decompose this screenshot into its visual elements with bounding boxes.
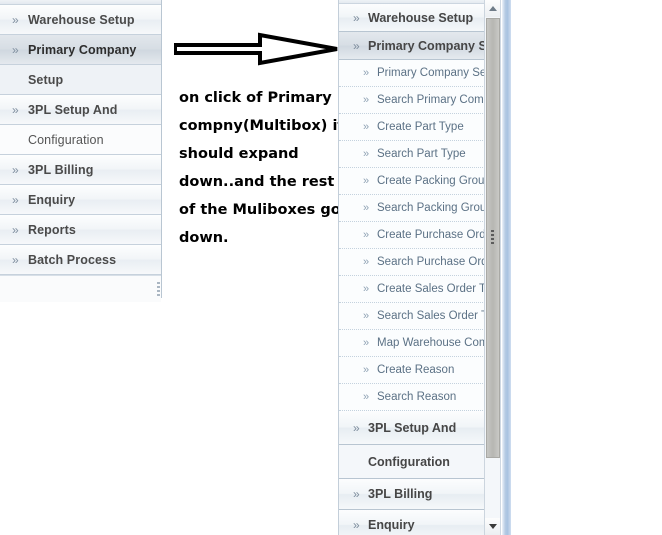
chevron-right-icon: »: [363, 391, 370, 403]
left-menu-item-primary-company-setup-cont[interactable]: Setup: [0, 65, 161, 95]
right-menu-item-primary-company-setup-header[interactable]: » Primary Company Set: [339, 32, 499, 60]
right-submenu-item-label: Map Warehouse Company: [377, 337, 499, 349]
left-menu-item-label: Batch Process: [28, 253, 117, 267]
right-menu-item-label: Enquiry: [368, 518, 415, 532]
right-submenu-item-create-sales-order-type[interactable]: » Create Sales Order Type: [339, 276, 499, 303]
left-menu-item-3pl-setup-and[interactable]: » 3PL Setup And: [0, 95, 161, 125]
right-menu-item-label: Configuration: [368, 455, 450, 469]
chevron-right-icon: »: [363, 175, 370, 187]
right-submenu-item-label: Create Purchase Order Type: [377, 229, 499, 241]
right-submenu-item-create-packing-group[interactable]: » Create Packing Group: [339, 168, 499, 195]
left-panel-resize-grip[interactable]: [157, 282, 161, 298]
left-menu-item-label: Enquiry: [28, 193, 76, 207]
left-menu-item-enquiry[interactable]: » Enquiry: [0, 185, 161, 215]
left-menu-item-reports[interactable]: » Reports: [0, 215, 161, 245]
scrollbar-thumb-grip: [491, 230, 494, 246]
chevron-right-icon: »: [363, 364, 370, 376]
right-submenu-item-label: Search Primary Company: [377, 94, 499, 106]
right-menu-item-label: 3PL Setup And: [368, 421, 457, 435]
annotation-area: on click of Primary compny(Multibox) it …: [168, 0, 344, 535]
right-submenu-item-label: Primary Company Setup: [377, 67, 499, 79]
left-menu-item-warehouse-setup[interactable]: » Warehouse Setup: [0, 5, 161, 35]
right-submenu-item-search-reason[interactable]: » Search Reason: [339, 384, 499, 411]
right-submenu-item-label: Create Part Type: [377, 121, 464, 133]
left-menu-item-label: Setup: [28, 73, 64, 87]
right-submenu-item-search-purchase-order-type[interactable]: » Search Purchase Order Type: [339, 249, 499, 276]
chevron-right-icon: »: [363, 202, 370, 214]
chevron-right-icon: »: [12, 43, 19, 57]
scroll-up-arrow-icon: [489, 6, 497, 11]
right-submenu-item-label: Search Packing Group: [377, 202, 493, 214]
chevron-right-icon: »: [353, 11, 360, 25]
right-submenu-item-search-sales-order-type[interactable]: » Search Sales Order Type: [339, 303, 499, 330]
chevron-right-icon: »: [12, 13, 19, 27]
right-menu-item-warehouse-setup[interactable]: » Warehouse Setup: [339, 4, 499, 32]
left-panel-footer: [0, 275, 161, 302]
accent-gradient-strip: [502, 0, 511, 535]
chevron-right-icon: »: [12, 103, 19, 117]
chevron-right-icon: »: [353, 421, 360, 435]
scroll-down-arrow-icon: [489, 524, 497, 529]
right-menu-item-3pl-setup-and[interactable]: » 3PL Setup And: [339, 411, 499, 445]
right-menu-item-label: 3PL Billing: [368, 487, 433, 501]
right-menu-item-label: Primary Company Set: [368, 39, 498, 53]
left-menu-item-primary-company[interactable]: » Primary Company: [0, 35, 161, 65]
chevron-right-icon: »: [12, 223, 19, 237]
left-menu-item-label: Reports: [28, 223, 76, 237]
left-menu-item-configuration-cont[interactable]: Configuration: [0, 125, 161, 155]
left-accordion-menu: » Warehouse Setup » Primary Company Setu…: [0, 0, 162, 302]
chevron-right-icon: »: [12, 163, 19, 177]
left-menu-item-3pl-billing[interactable]: » 3PL Billing: [0, 155, 161, 185]
chevron-right-icon: »: [363, 121, 370, 133]
annotation-text: on click of Primary compny(Multibox) it …: [179, 90, 345, 246]
left-menu-item-label: Warehouse Setup: [28, 13, 135, 27]
left-menu-item-label: 3PL Billing: [28, 163, 94, 177]
chevron-right-icon: »: [353, 487, 360, 501]
scroll-up-button[interactable]: [485, 0, 501, 17]
chevron-right-icon: »: [363, 94, 370, 106]
right-menu-item-enquiry[interactable]: » Enquiry: [339, 510, 499, 535]
panel-divider-line: [500, 0, 501, 535]
empty-canvas-area: [511, 0, 662, 535]
chevron-right-icon: »: [363, 67, 370, 79]
chevron-right-icon: »: [353, 518, 360, 532]
left-menu-item-batch-process[interactable]: » Batch Process: [0, 245, 161, 275]
chevron-right-icon: »: [363, 283, 370, 295]
chevron-right-icon: »: [363, 229, 370, 241]
right-submenu-item-label: Create Reason: [377, 364, 455, 376]
right-menu-item-3pl-billing[interactable]: » 3PL Billing: [339, 479, 499, 510]
right-accordion-menu: » Warehouse Setup » Primary Company Set …: [338, 0, 500, 535]
right-submenu-item-search-packing-group[interactable]: » Search Packing Group: [339, 195, 499, 222]
right-submenu-item-map-warehouse-company[interactable]: » Map Warehouse Company: [339, 330, 499, 357]
chevron-right-icon: »: [363, 148, 370, 160]
right-submenu-item-label: Search Sales Order Type: [377, 310, 499, 322]
left-menu-item-label: Configuration: [28, 133, 104, 147]
right-panel-scrollbar[interactable]: [484, 0, 501, 535]
scroll-down-button[interactable]: [485, 518, 501, 535]
chevron-right-icon: »: [363, 256, 370, 268]
right-submenu-item-create-part-type[interactable]: » Create Part Type: [339, 114, 499, 141]
right-submenu-item-search-part-type[interactable]: » Search Part Type: [339, 141, 499, 168]
right-menu-item-label: Warehouse Setup: [368, 11, 474, 25]
chevron-right-icon: »: [12, 193, 19, 207]
right-submenu-item-label: Create Packing Group: [377, 175, 491, 187]
right-arrow-outline-icon: [174, 32, 338, 66]
chevron-right-icon: »: [353, 39, 360, 53]
chevron-right-icon: »: [12, 253, 19, 267]
right-submenu-item-label: Create Sales Order Type: [377, 283, 499, 295]
right-menu-item-configuration-cont[interactable]: Configuration: [339, 445, 499, 479]
right-submenu-item-label: Search Purchase Order Type: [377, 256, 499, 268]
right-submenu-item-create-purchase-order-type[interactable]: » Create Purchase Order Type: [339, 222, 499, 249]
chevron-right-icon: »: [363, 310, 370, 322]
right-submenu-item-search-primary-company[interactable]: » Search Primary Company: [339, 87, 499, 114]
left-menu-item-label: Primary Company: [28, 43, 137, 57]
chevron-right-icon: »: [363, 337, 370, 349]
right-submenu-item-label: Search Part Type: [377, 148, 466, 160]
left-menu-item-label: 3PL Setup And: [28, 103, 118, 117]
right-submenu-item-label: Search Reason: [377, 391, 457, 403]
right-submenu-item-create-reason[interactable]: » Create Reason: [339, 357, 499, 384]
right-submenu-item-primary-company-setup[interactable]: » Primary Company Setup: [339, 60, 499, 87]
